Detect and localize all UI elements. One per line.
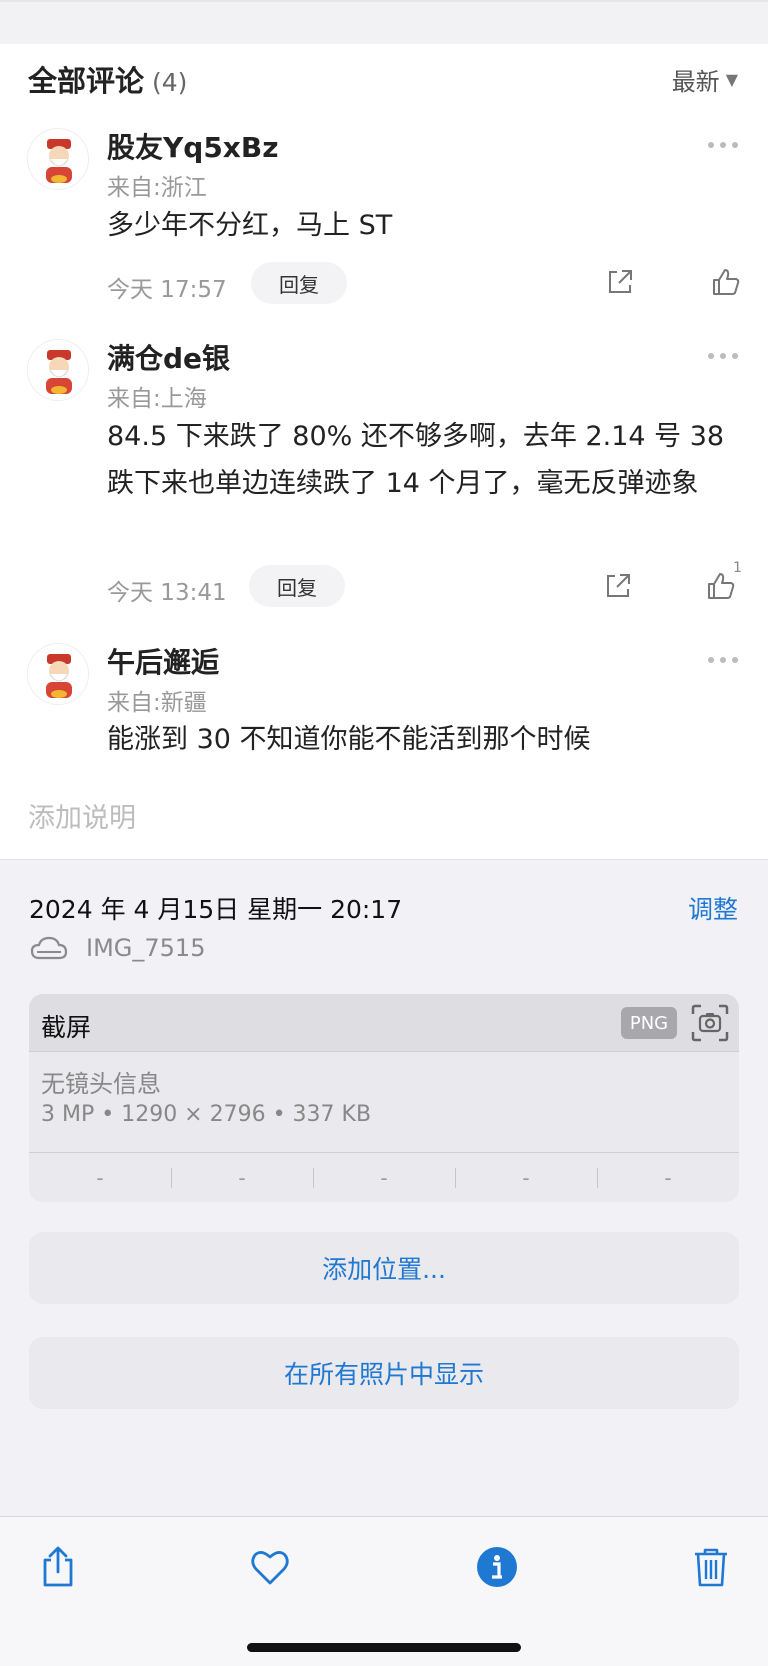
more-options-icon[interactable] xyxy=(708,654,738,666)
comment-username[interactable]: 满仓de银 xyxy=(107,337,230,377)
comment-location: 来自:浙江 xyxy=(107,175,207,201)
dropdown-triangle-icon: ▼ xyxy=(725,70,738,89)
comment-location: 来自:上海 xyxy=(107,386,207,412)
avatar[interactable] xyxy=(27,339,89,401)
add-caption-field[interactable]: 添加说明 xyxy=(28,796,136,835)
comment-time: 今天 13:41 xyxy=(107,580,227,606)
home-indicator[interactable] xyxy=(247,1643,521,1652)
comment-text: 84.5 下来跌了 80% 还不够多啊，去年 2.14 号 38 跌下来也单边连… xyxy=(107,421,725,499)
exif-row: - - - - - xyxy=(29,1152,739,1202)
more-options-icon[interactable] xyxy=(708,350,738,362)
comment-text: 能涨到 30 不知道你能不能活到那个时候 xyxy=(107,724,591,755)
photo-type-label: 截屏 xyxy=(41,1013,92,1042)
metadata-card: 截屏 PNG 无镜头信息 3 MP • 1290 × 2796 • 337 KB… xyxy=(29,994,739,1202)
fortune-god-avatar-icon xyxy=(29,341,88,400)
comments-title: 全部评论 xyxy=(28,64,145,98)
sort-dropdown[interactable]: 最新 ▼ xyxy=(672,62,738,97)
photo-datetime: 2024 年 4 月15日 星期一 20:17 xyxy=(29,895,403,924)
comment-time: 今天 17:57 xyxy=(107,277,227,303)
format-badge: PNG xyxy=(621,1007,677,1039)
avatar[interactable] xyxy=(27,643,89,705)
comments-count: (4) xyxy=(152,68,188,97)
like-count: 1 xyxy=(733,560,742,576)
comment-text: 多少年不分红，马上 ST xyxy=(107,210,393,241)
photo-filename: IMG_7515 xyxy=(86,934,206,962)
thumbs-up-icon[interactable] xyxy=(710,266,742,298)
share-icon[interactable] xyxy=(602,570,634,602)
reply-button[interactable]: 回复 xyxy=(249,565,345,607)
icloud-icon xyxy=(30,936,68,960)
camera-viewfinder-icon xyxy=(691,1004,729,1042)
top-divider xyxy=(0,0,768,2)
comment-username[interactable]: 午后邂逅 xyxy=(107,641,219,681)
more-options-icon[interactable] xyxy=(708,139,738,151)
exif-cell: - xyxy=(597,1166,739,1190)
reply-button[interactable]: 回复 xyxy=(251,262,347,304)
share-icon[interactable] xyxy=(604,266,636,298)
fortune-god-avatar-icon xyxy=(29,130,88,189)
lens-info: 无镜头信息 xyxy=(41,1070,161,1098)
exif-cell: - xyxy=(455,1166,597,1190)
avatar[interactable] xyxy=(27,128,89,190)
image-specs: 3 MP • 1290 × 2796 • 337 KB xyxy=(41,1102,372,1127)
fortune-god-avatar-icon xyxy=(29,645,88,704)
heart-icon[interactable] xyxy=(248,1545,292,1589)
exif-cell: - xyxy=(171,1166,313,1190)
metadata-header: 截屏 PNG xyxy=(29,994,739,1052)
comments-header: 全部评论 (4) xyxy=(28,58,187,98)
share-icon[interactable] xyxy=(36,1545,80,1589)
adjust-button[interactable]: 调整 xyxy=(688,890,738,926)
add-location-button[interactable]: 添加位置... xyxy=(29,1232,739,1304)
exif-cell: - xyxy=(96,1166,104,1190)
trash-icon[interactable] xyxy=(689,1545,733,1589)
show-in-all-photos-button[interactable]: 在所有照片中显示 xyxy=(29,1337,739,1409)
comment-location: 来自:新疆 xyxy=(107,690,207,716)
top-band xyxy=(0,0,768,44)
exif-cell: - xyxy=(313,1166,455,1190)
comment-username[interactable]: 股友Yq5xBz xyxy=(107,126,279,166)
sort-label: 最新 xyxy=(671,68,720,96)
info-icon[interactable] xyxy=(475,1545,519,1589)
